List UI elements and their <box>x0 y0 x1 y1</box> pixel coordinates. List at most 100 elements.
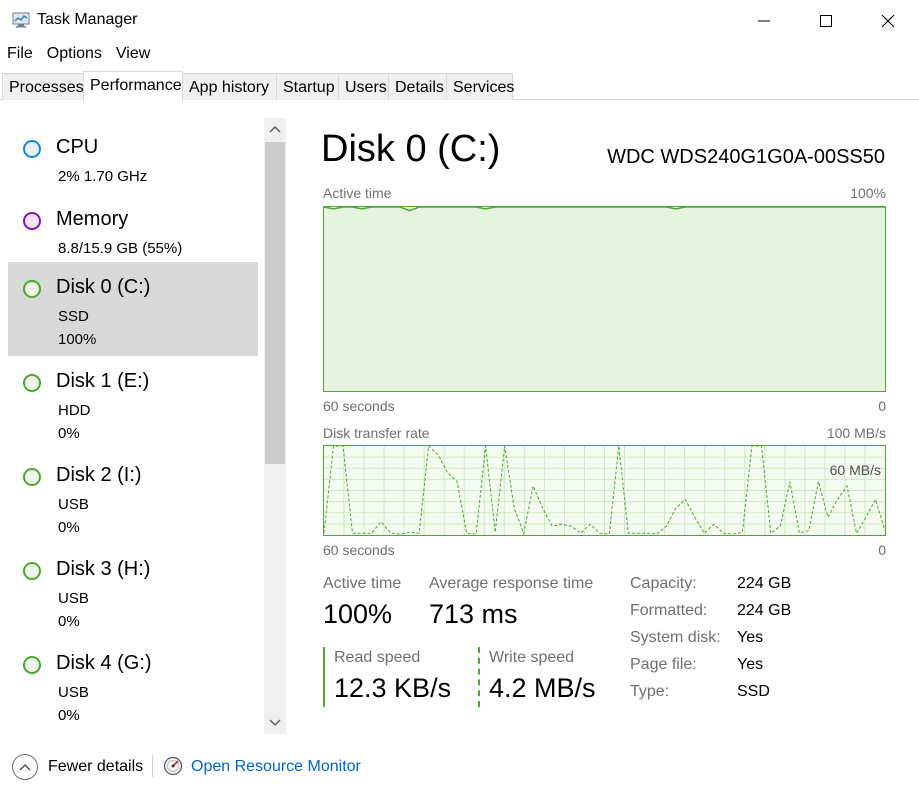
write-speed-indicator <box>478 647 480 707</box>
sidebar-item-type: USB <box>58 496 89 513</box>
window-title: Task Manager <box>37 11 138 28</box>
close-button[interactable] <box>857 0 919 42</box>
sidebar-item-disk-0[interactable]: Disk 0 (C:) SSD 100% <box>8 262 258 356</box>
write-speed-value: 4.2 MB/s <box>489 673 596 703</box>
fewer-details-link[interactable]: Fewer details <box>48 758 143 776</box>
sidebar-item-disk-4[interactable]: Disk 4 (G:) USB 0% <box>8 638 258 732</box>
tab-users[interactable]: Users <box>338 73 389 100</box>
write-speed-label: Write speed <box>489 649 575 666</box>
sidebar-item-usage: 0% <box>58 613 80 630</box>
sidebar-item-disk-1[interactable]: Disk 1 (E:) HDD 0% <box>8 356 258 450</box>
sidebar-item-title: Disk 2 (I:) <box>56 464 142 486</box>
close-icon <box>881 14 895 28</box>
minimize-icon <box>758 20 770 22</box>
type-value: SSD <box>737 683 770 700</box>
minimize-button[interactable] <box>733 0 795 42</box>
scrollbar-thumb[interactable] <box>265 142 285 464</box>
active-time-chart-label: Active time <box>323 185 392 201</box>
maximize-icon <box>820 15 832 27</box>
tab-processes[interactable]: Processes <box>2 73 84 100</box>
type-label: Type: <box>630 683 670 700</box>
page-file-value: Yes <box>737 656 764 673</box>
transfer-rate-graph <box>323 444 886 535</box>
maximize-button[interactable] <box>795 0 857 42</box>
active-time-area <box>324 207 885 391</box>
sidebar-item-title: Disk 4 (G:) <box>56 652 152 674</box>
menu-file[interactable]: File <box>0 42 40 68</box>
sidebar-item-usage: 0% <box>58 707 80 724</box>
chevron-up-icon <box>269 125 281 133</box>
memory-indicator-icon <box>23 212 41 230</box>
tab-details[interactable]: Details <box>388 73 447 100</box>
task-manager-icon <box>12 12 30 28</box>
read-speed-label: Read speed <box>334 649 421 666</box>
disk-indicator-icon <box>23 656 41 674</box>
transfer-rate-chart-label: Disk transfer rate <box>323 425 430 441</box>
read-speed-indicator <box>323 647 325 707</box>
tab-app-history[interactable]: App history <box>182 73 277 100</box>
detail-title: Disk 0 (C:) <box>321 128 501 170</box>
menu-view[interactable]: View <box>109 42 157 68</box>
sidebar-item-disk-2[interactable]: Disk 2 (I:) USB 0% <box>8 450 258 544</box>
disk-indicator-icon <box>23 374 41 392</box>
menu-bar: File Options View <box>0 42 919 68</box>
transfer-rate-chart-duration: 60 seconds <box>323 542 395 558</box>
transfer-rate-chart-max: 100 MB/s <box>826 425 886 441</box>
resource-monitor-icon <box>163 756 183 776</box>
system-disk-label: System disk: <box>630 629 721 646</box>
title-bar: Task Manager <box>0 0 919 42</box>
sidebar-item-memory[interactable]: Memory 8.8/15.9 GB (55%) <box>8 194 258 262</box>
open-resource-monitor-link[interactable]: Open Resource Monitor <box>191 758 361 776</box>
cpu-indicator-icon <box>23 140 41 158</box>
scroll-up-button[interactable] <box>264 118 286 140</box>
sidebar-item-title: Disk 3 (H:) <box>56 558 151 580</box>
active-time-graph <box>323 206 885 391</box>
menu-options[interactable]: Options <box>40 42 109 68</box>
capacity-label: Capacity: <box>630 575 697 592</box>
sidebar-item-usage: 0% <box>58 425 80 442</box>
transfer-rate-chart-mid: 60 MB/s <box>829 462 881 478</box>
tab-services[interactable]: Services <box>446 73 514 100</box>
active-time-chart <box>323 206 886 392</box>
avg-response-stat-value: 713 ms <box>429 599 518 629</box>
sidebar-item-type: USB <box>58 590 89 607</box>
sidebar-item-cpu[interactable]: CPU 2% 1.70 GHz <box>8 122 258 194</box>
sidebar-item-title: Memory <box>56 208 129 230</box>
fewer-details-button[interactable] <box>12 754 38 780</box>
disk-indicator-icon <box>23 468 41 486</box>
resource-sidebar: CPU 2% 1.70 GHz Memory 8.8/15.9 GB (55%)… <box>0 100 290 740</box>
active-time-stat-value: 100% <box>323 599 393 629</box>
sidebar-item-title: Disk 1 (E:) <box>56 370 150 392</box>
active-time-chart-max: 100% <box>850 185 886 201</box>
transfer-rate-chart: 60 MB/s <box>323 444 886 536</box>
active-time-stat-label: Active time <box>323 575 402 592</box>
sidebar-item-disk-3[interactable]: Disk 3 (H:) USB 0% <box>8 544 258 638</box>
sidebar-item-title: CPU <box>56 136 99 158</box>
sidebar-item-detail: 2% 1.70 GHz <box>58 168 148 185</box>
disk-indicator-icon <box>23 562 41 580</box>
footer: Fewer details Open Resource Monitor <box>0 745 919 800</box>
sidebar-item-usage: 0% <box>58 519 80 536</box>
system-disk-value: Yes <box>737 629 764 646</box>
active-time-chart-duration: 60 seconds <box>323 398 395 414</box>
sidebar-item-detail: 8.8/15.9 GB (55%) <box>58 240 183 257</box>
sidebar-item-type: USB <box>58 684 89 701</box>
tab-startup[interactable]: Startup <box>276 73 339 100</box>
active-time-chart-zero: 0 <box>878 398 886 414</box>
disk-indicator-icon <box>23 280 41 298</box>
sidebar-item-type: HDD <box>58 402 91 419</box>
read-speed-value: 12.3 KB/s <box>334 673 452 703</box>
formatted-label: Formatted: <box>630 602 708 619</box>
chevron-up-icon <box>19 764 31 771</box>
disk-model: WDC WDS240G1G0A-00SS50 <box>607 146 885 168</box>
footer-divider <box>152 755 153 777</box>
page-file-label: Page file: <box>630 656 697 673</box>
sidebar-item-type: SSD <box>58 308 89 325</box>
transfer-rate-chart-zero: 0 <box>878 542 886 558</box>
chevron-down-icon <box>269 719 281 727</box>
sidebar-item-title: Disk 0 (C:) <box>56 276 151 298</box>
sidebar-item-usage: 100% <box>58 331 97 348</box>
scroll-down-button[interactable] <box>264 712 286 734</box>
tab-strip: Processes Performance App history Startu… <box>0 71 919 101</box>
tab-performance[interactable]: Performance <box>83 71 183 101</box>
